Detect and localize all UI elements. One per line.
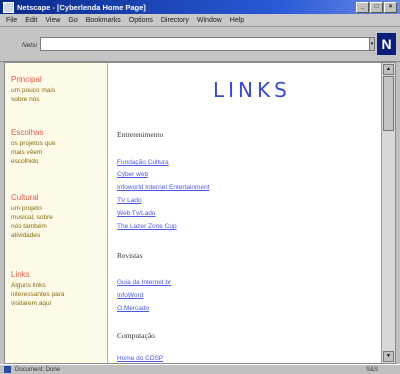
sidebar-link[interactable]: mais vêem	[11, 148, 103, 157]
link-item[interactable]: TV Lado	[117, 197, 142, 204]
netscape-logo: N	[377, 33, 396, 55]
section-heading: Entretenimento	[117, 130, 164, 139]
window-title: Netscape - [Cyberlenda Home Page]	[17, 2, 146, 12]
sidebar-link[interactable]: os projetos que	[11, 139, 103, 148]
menu-directory[interactable]: Directory	[161, 17, 189, 24]
menu-options[interactable]: Options	[129, 17, 153, 24]
address-label: Netsi	[22, 42, 37, 49]
sidebar-title[interactable]: Cultural	[11, 193, 103, 202]
menu-go[interactable]: Go	[68, 17, 77, 24]
sidebar-section-principal: Principal um pouco mais sobre nós	[11, 75, 103, 104]
sidebar-title[interactable]: Escolhas	[11, 128, 103, 137]
window-controls: _ □ ×	[356, 1, 397, 13]
sidebar-link[interactable]: um pouco mais	[11, 86, 103, 95]
sidebar-section-links: Links Alguns links interessantes para vi…	[11, 270, 103, 308]
toolbar: Netsi ▾ N	[0, 27, 400, 62]
section-heading: Revistas	[117, 251, 143, 260]
link-item[interactable]: Guia da Internet br	[117, 279, 171, 286]
sidebar-link[interactable]: sobre nós	[11, 95, 103, 104]
menu-view[interactable]: View	[45, 17, 60, 24]
sidebar-link[interactable]: musical, sobre	[11, 213, 103, 222]
sidebar-title[interactable]: Links	[11, 270, 103, 279]
sidebar-title[interactable]: Principal	[11, 75, 103, 84]
minimize-button[interactable]: _	[356, 1, 369, 13]
vertical-scrollbar[interactable]: ▲ ▼	[381, 63, 395, 363]
netscape-app-icon	[3, 1, 14, 13]
sidebar-link[interactable]: um projeto	[11, 204, 103, 213]
link-item[interactable]: Cyber web	[117, 171, 148, 178]
title-bar: Netscape - [Cyberlenda Home Page] _ □ ×	[0, 0, 400, 14]
page-viewport: Principal um pouco mais sobre nós Escolh…	[4, 62, 396, 364]
link-item[interactable]: Fundação Cultura	[117, 159, 169, 166]
sidebar-section-cultural: Cultural um projeto musical, sobre nós t…	[11, 193, 103, 240]
section-heading: Computação	[117, 331, 155, 340]
close-button[interactable]: ×	[384, 1, 397, 13]
sidebar-link[interactable]: interessantes para	[11, 290, 103, 299]
sidebar: Principal um pouco mais sobre nós Escolh…	[5, 63, 108, 363]
link-item[interactable]: Infoworld Internet Entertainment	[117, 184, 210, 191]
menu-bookmarks[interactable]: Bookmarks	[86, 17, 121, 24]
menu-help[interactable]: Help	[230, 17, 244, 24]
maximize-button[interactable]: □	[370, 1, 383, 13]
sidebar-link[interactable]: atividades	[11, 231, 103, 240]
address-input[interactable]	[40, 37, 370, 51]
link-item[interactable]: Web Tv/Lado	[117, 210, 155, 217]
status-indicator: S&S	[365, 366, 378, 373]
link-item[interactable]: InfoWord	[117, 292, 143, 299]
menu-window[interactable]: Window	[197, 17, 222, 24]
scroll-thumb[interactable]	[383, 76, 394, 131]
menu-bar: File Edit View Go Bookmarks Options Dire…	[0, 14, 400, 27]
main-content: LINKS Entretenimento Fundação Cultura Cy…	[109, 63, 381, 363]
menu-edit[interactable]: Edit	[25, 17, 37, 24]
address-dropdown-button[interactable]: ▾	[369, 37, 375, 51]
sidebar-link[interactable]: nós também	[11, 222, 103, 231]
link-item[interactable]: O Mercado	[117, 305, 149, 312]
link-item[interactable]: The Lazer Zone Cup	[117, 223, 177, 230]
scroll-up-button[interactable]: ▲	[383, 64, 394, 75]
sidebar-link[interactable]: escolhido	[11, 157, 103, 166]
menu-file[interactable]: File	[6, 17, 17, 24]
page-title: LINKS	[213, 78, 291, 102]
sidebar-link[interactable]: Alguns links	[11, 281, 103, 290]
scroll-down-button[interactable]: ▼	[383, 351, 394, 362]
security-key-icon	[4, 366, 11, 373]
link-item[interactable]: Home do CDSP	[117, 355, 163, 362]
sidebar-section-escolhas: Escolhas os projetos que mais vêem escol…	[11, 128, 103, 166]
status-text: Document: Done	[15, 366, 61, 373]
sidebar-link[interactable]: visitarem aqui	[11, 299, 103, 308]
